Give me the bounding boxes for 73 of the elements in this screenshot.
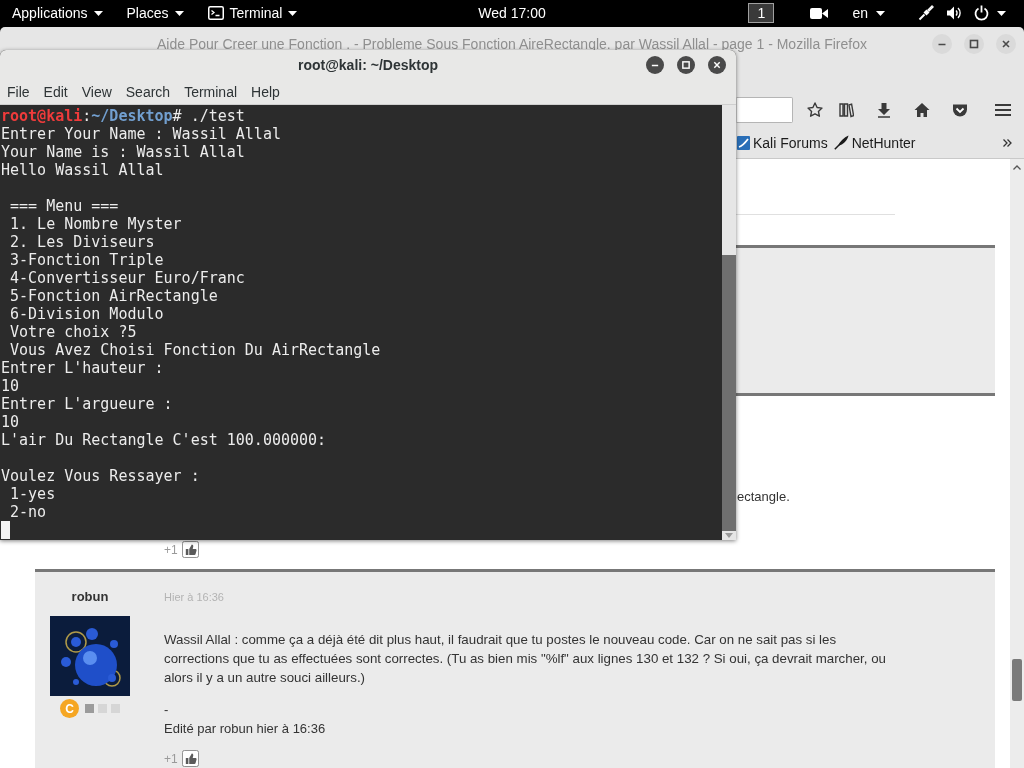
output-line: 10 bbox=[1, 413, 20, 431]
output-line: === Menu === bbox=[9, 197, 119, 215]
volume-icon[interactable] bbox=[946, 5, 962, 21]
plug-icon[interactable] bbox=[918, 5, 934, 21]
workspace-button[interactable]: 1 bbox=[748, 3, 775, 23]
output-line: Vous Avez Choisi Fonction Du AirRectangle bbox=[9, 341, 381, 359]
maximize-icon[interactable] bbox=[677, 56, 695, 74]
star-icon[interactable] bbox=[807, 101, 823, 118]
search-field[interactable] bbox=[736, 96, 793, 123]
home-icon[interactable] bbox=[914, 101, 930, 118]
scrollbar-thumb[interactable] bbox=[722, 255, 736, 531]
output-line: 2. Les Diviseurs bbox=[9, 233, 155, 251]
double-chevron-icon[interactable] bbox=[1003, 138, 1012, 147]
output-line: 4-Convertisseur Euro/Franc bbox=[9, 269, 245, 287]
output-line: Hello Wassil Allal bbox=[1, 161, 164, 179]
output-line: Entrer Your Name : Wassil Allal bbox=[1, 125, 281, 143]
output-line: Voulez Vous Ressayer : bbox=[1, 467, 200, 485]
menu-item[interactable]: Edit bbox=[36, 81, 75, 103]
menu-item[interactable]: File bbox=[0, 81, 37, 103]
caret-up-icon[interactable] bbox=[1013, 165, 1021, 170]
books-icon[interactable] bbox=[838, 101, 854, 118]
feather-icon bbox=[833, 135, 849, 150]
top-bar-menu[interactable]: Terminal bbox=[195, 0, 310, 26]
scrollbar-thumb[interactable] bbox=[1012, 659, 1022, 701]
power-icon bbox=[974, 5, 989, 21]
caret-icon bbox=[288, 10, 298, 16]
menu-icon[interactable] bbox=[995, 102, 1011, 117]
edit-note: Edité par robun hier à 16:36 bbox=[164, 720, 326, 738]
camera-icon[interactable] bbox=[810, 6, 829, 20]
output-line: 6-Division Modulo bbox=[9, 305, 164, 323]
caret-icon bbox=[997, 10, 1006, 16]
caret-icon bbox=[174, 10, 184, 16]
site-icon bbox=[737, 135, 750, 150]
top-bar-menu[interactable]: Places bbox=[114, 0, 196, 26]
scrollbar[interactable] bbox=[722, 105, 736, 540]
top-bar-menu[interactable]: Applications bbox=[0, 0, 115, 26]
menu-item[interactable]: View bbox=[74, 81, 119, 103]
output-line: 3-Fonction Triple bbox=[9, 251, 164, 269]
prompt-line: root@kali:~/Desktop# ./test bbox=[1, 107, 245, 125]
bookmark-item[interactable]: NetHunter bbox=[833, 131, 916, 154]
maximize-icon[interactable] bbox=[964, 33, 984, 54]
thumbs-up-icon bbox=[181, 541, 199, 558]
menu-item[interactable]: Help bbox=[244, 81, 287, 103]
output-line: Your Name is : Wassil Allal bbox=[1, 143, 245, 161]
output-line: 10 bbox=[1, 377, 20, 395]
output-line: Votre choix ?5 bbox=[9, 323, 137, 341]
output-line: 5-Fonction AirRectangle bbox=[9, 287, 218, 305]
post-text: Wassil Allal : comme ça a déjà été dit plus haut, il faudrait que tu postes le nouveau code. Car on ne sait pas si les corrections que tu as effectuées sont correctes. (Tu as bien mis "%lf" aux lignes 130 et 132 ? Si oui, ça devrait marcher, ou alors il y a un autre souci ailleurs.) bbox=[164, 631, 887, 687]
close-icon[interactable] bbox=[996, 33, 1016, 54]
window-title: root@kali: ~/Desktop bbox=[297, 57, 439, 73]
output-line: Entrer L'hauteur : bbox=[1, 359, 164, 377]
system-menu-button[interactable] bbox=[974, 3, 1006, 23]
output-line: 1. Le Nombre Myster bbox=[9, 215, 182, 233]
close-icon[interactable] bbox=[708, 56, 726, 74]
post-text: ectangle. bbox=[737, 488, 790, 506]
clock-button[interactable]: Wed 17:00 bbox=[478, 4, 546, 22]
scrollbar[interactable] bbox=[1010, 159, 1024, 768]
caret-icon bbox=[876, 10, 885, 16]
language-button[interactable]: en bbox=[852, 3, 885, 23]
output-line: 1-yes bbox=[9, 485, 56, 503]
bookmark-item[interactable]: Kali Forums bbox=[737, 131, 828, 154]
author-name[interactable]: robun bbox=[71, 589, 109, 605]
output-line: L'air Du Rectangle C'est 100.000000: bbox=[1, 431, 327, 449]
terminal-icon bbox=[207, 6, 224, 20]
output-line: 2-no bbox=[9, 503, 47, 521]
signature-text: - bbox=[164, 701, 169, 719]
rank-badge: C bbox=[60, 699, 79, 718]
download-icon[interactable] bbox=[876, 101, 892, 118]
output-line: Entrer L'argueure : bbox=[1, 395, 173, 413]
caret-icon bbox=[93, 10, 103, 16]
menu-item[interactable]: Terminal bbox=[177, 81, 245, 103]
minimize-icon[interactable] bbox=[646, 56, 664, 74]
menu-item[interactable]: Search bbox=[118, 81, 178, 103]
